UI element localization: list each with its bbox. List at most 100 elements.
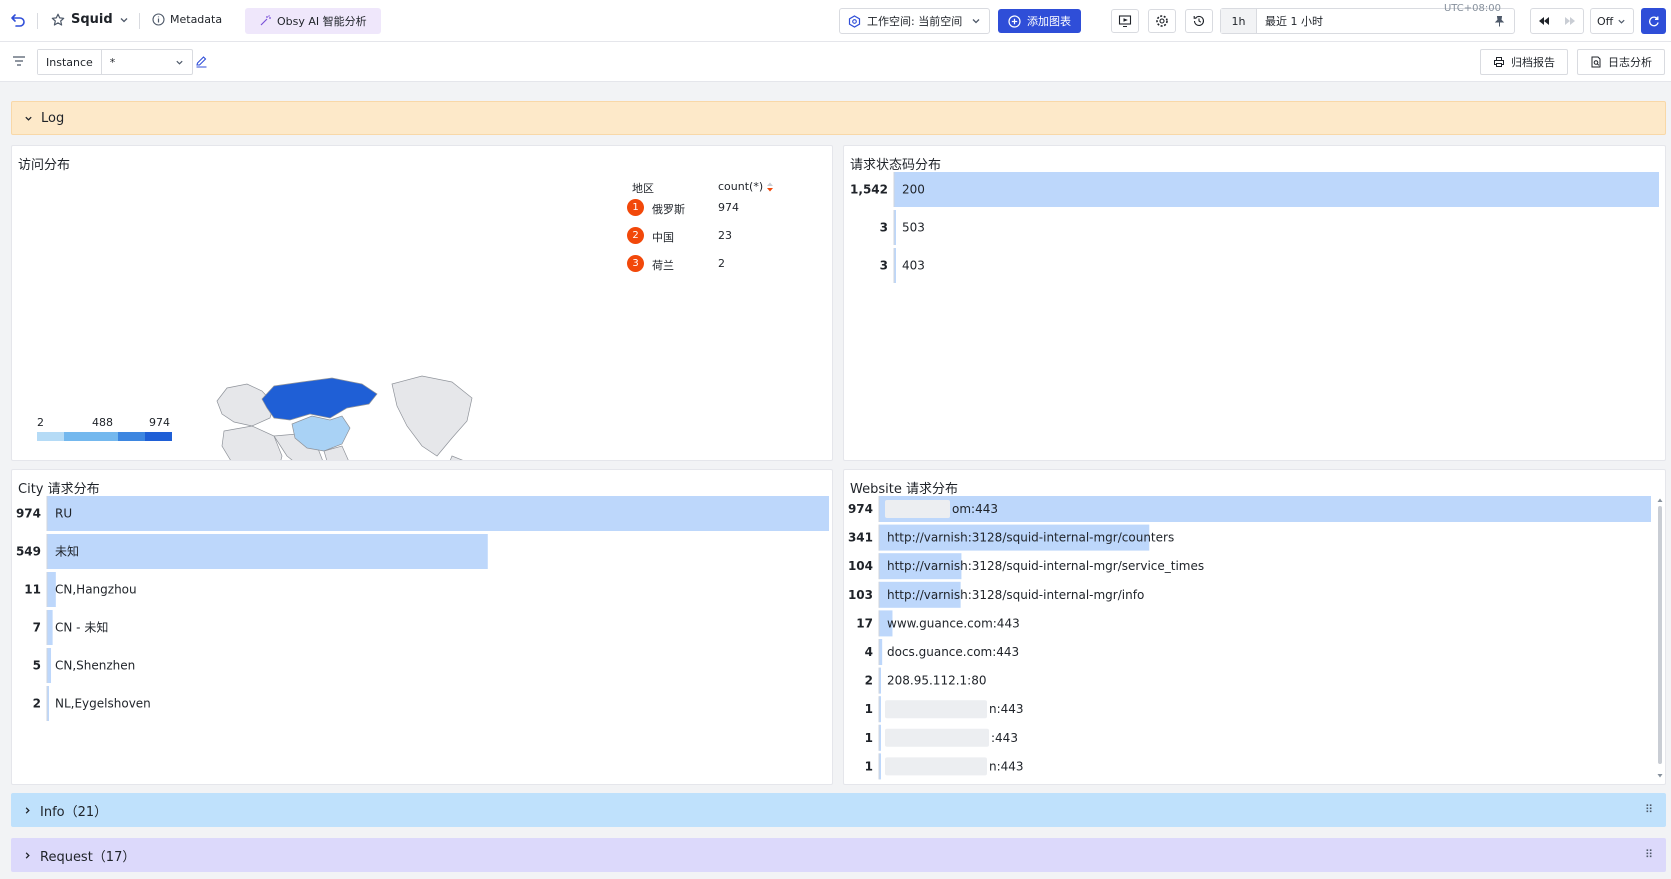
bar-category-label: CN,Shenzhen [55,659,135,673]
legend-max: 974 [149,416,170,429]
workspace-icon [848,14,861,28]
bar-category-label: http://varnish:3128/squid-internal-mgr/c… [887,531,1174,545]
website-panel: Website 请求分布 974 om:443 341 http://varnish:… [843,469,1666,785]
metadata-button[interactable]: Metadata [152,13,222,26]
redacted-text-blur [885,728,989,747]
edit-pencil-icon [196,56,207,68]
bar-category-label: n:443 [989,759,1024,773]
refresh-icon [1649,16,1659,26]
redacted-text-blur [885,757,987,776]
filter-lines-icon [13,56,25,66]
history-icon [1193,15,1205,27]
divider [139,13,140,29]
settings-button[interactable] [1148,9,1176,33]
filter-toggle[interactable] [12,55,26,70]
auto-refresh-label: Off [1597,14,1614,28]
ai-analysis-button[interactable]: Obsy AI 智能分析 [245,8,381,34]
region-count: 974 [718,201,739,214]
edit-variables-button[interactable] [195,55,208,71]
group-info-header[interactable]: Info（21） ⠿ [11,793,1666,827]
bar-category-label: 未知 [55,545,79,559]
region-count: 23 [718,229,732,242]
divider [37,13,38,29]
bar-category-label: CN - 未知 [55,621,108,635]
column-header-count[interactable]: count(*) [718,180,774,193]
rewind-button[interactable] [1531,16,1557,26]
region-name: 荷兰 [652,259,674,272]
variable-instance: Instance * [37,49,193,75]
bar-value-label: 341 [848,531,873,545]
magic-wand-icon [260,15,271,26]
map-region-africa [221,425,283,460]
bar-category-label: 208.95.112.1:80 [887,674,986,688]
map-region-north-america [391,375,473,457]
city-panel: City 请求分布 974 RU 549 未知 11 CN,Hangzhou 7 CN - 未… [11,469,833,785]
chevron-down-icon [176,60,183,65]
legend-gradient-bar [37,432,172,441]
chart-bar[interactable] [47,534,488,569]
bar-value-label: 974 [848,502,873,516]
workspace-selector[interactable]: 工作空间: 当前空间 [839,8,990,34]
bar-category-label: CN,Hangzhou [55,583,137,597]
pin-icon[interactable] [1493,15,1506,28]
redacted-text-blur [885,700,987,719]
chart-bar[interactable] [47,610,53,645]
redacted-text-blur [885,500,950,518]
back-button[interactable] [10,12,26,28]
timezone-label: UTC+08:00 [1443,3,1501,14]
column-header-region: 地区 [632,182,654,195]
variable-filter-bar: Instance * 归档报告 日志分析 [0,42,1671,82]
star-icon [51,13,65,26]
bar-category-label: NL,Eygelshoven [55,697,151,711]
log-analysis-button[interactable]: 日志分析 [1577,49,1665,75]
bar-category-label: :443 [991,731,1018,745]
region-name: 俄罗斯 [652,203,685,216]
printer-icon [1494,57,1504,67]
fast-forward-icon [1565,17,1575,25]
workspace-label: 工作空间: 当前空间 [867,15,963,28]
drag-handle-icon[interactable]: ⠿ [1645,803,1653,816]
gear-icon [1156,15,1168,27]
bar-value-label: 1 [865,759,873,773]
drag-handle-icon[interactable]: ⠿ [1645,848,1653,861]
history-button[interactable] [1185,9,1213,33]
website-bar-chart: 974 om:443 341 http://varnish:3128/squid-in… [848,496,1651,780]
refresh-button[interactable] [1641,8,1666,34]
legend-min: 2 [37,416,44,429]
bar-value-label: 549 [16,545,41,559]
rank-badge: 3 [627,255,644,272]
variable-select[interactable]: * [102,50,192,74]
city-bar-chart: 974 RU 549 未知 11 CN,Hangzhou 7 CN - 未知 5 CN,Shenz… [16,496,829,721]
chevron-down-icon [25,116,32,121]
bar-category-label: docs.guance.com:443 [887,645,1019,659]
bar-value-label: 1 [865,702,873,716]
bar-value-label: 103 [848,588,873,602]
monitor-icon [1118,15,1132,27]
bar-value-label: 5 [33,659,41,673]
region-count: 2 [718,257,725,270]
group-title: Info（21） [40,804,108,820]
scrollbar[interactable] [1657,498,1663,778]
chart-bar[interactable] [47,496,829,531]
chevron-right-icon [25,851,30,859]
group-request-header[interactable]: Request（17） ⠿ [11,838,1666,872]
dashboard-selector[interactable]: Squid [51,12,129,27]
auto-refresh-selector[interactable]: Off [1590,8,1634,34]
legend-mid: 488 [92,416,113,429]
add-chart-button[interactable]: 添加图表 [998,9,1081,33]
chevron-down-icon [120,17,128,22]
presentation-button[interactable] [1111,9,1139,33]
time-range-label: 最近 1 小时 [1265,15,1323,28]
chart-bar[interactable] [894,172,1659,207]
chart-bar[interactable] [47,648,52,683]
bar-value-label: 1 [865,731,873,745]
archive-report-button[interactable]: 归档报告 [1480,49,1568,75]
bar-category-label: RU [55,507,72,521]
forward-button[interactable] [1557,16,1583,26]
bar-value-label: 974 [16,507,41,521]
bar-value-label: 3 [880,259,888,273]
group-log-header[interactable]: Log [11,101,1666,135]
bar-value-label: 3 [880,221,888,235]
world-map[interactable] [12,146,833,461]
map-region-russia [261,377,378,421]
